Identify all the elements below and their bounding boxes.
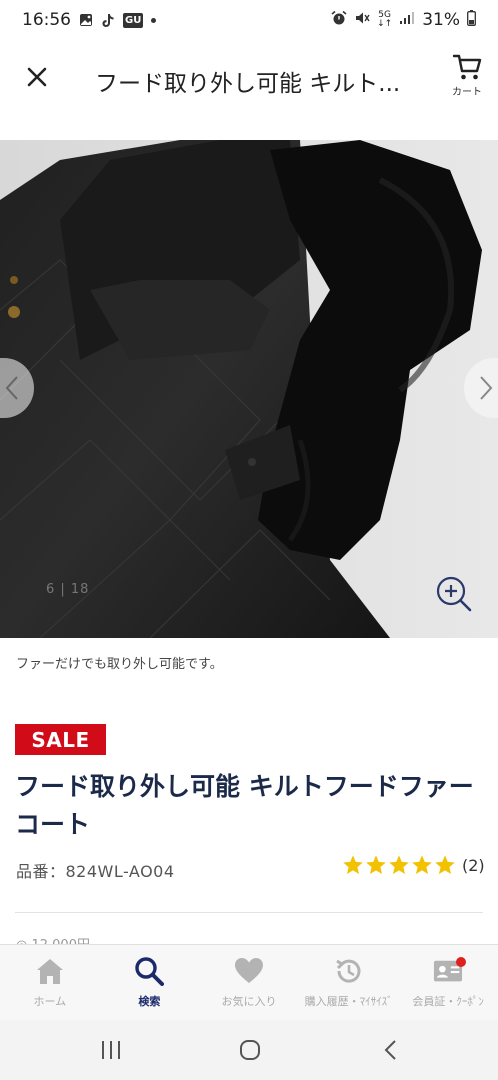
- product-rating[interactable]: (2): [342, 854, 485, 876]
- chevron-left-icon: [5, 376, 18, 400]
- history-icon: [334, 956, 364, 986]
- gu-app-icon: GU: [123, 12, 144, 28]
- nav-label-favorites: お気に入り: [221, 995, 277, 1008]
- star-icon: [389, 855, 409, 874]
- cart-label: カート: [452, 87, 482, 98]
- battery-percent: 31%: [422, 10, 460, 30]
- product-image-gallery[interactable]: 6 | 18: [0, 140, 498, 638]
- nav-item-favorites[interactable]: お気に入り: [199, 945, 299, 1020]
- app-header: フード取り外し可能 キルト... カート: [0, 40, 498, 118]
- back-icon: [384, 1040, 396, 1060]
- nav-label-home: ホーム: [33, 995, 67, 1008]
- bottom-nav: ホーム 検索 お気に入り 購入履歴・ﾏｲｻｲｽﾞ 会員証・ｸｰﾎﾟﾝ: [0, 944, 498, 1020]
- back-button[interactable]: [370, 1034, 410, 1066]
- notification-badge: [456, 957, 467, 967]
- network-5g-icon: 5G ↓↑: [377, 10, 393, 29]
- recent-apps-button[interactable]: [91, 1034, 131, 1066]
- cart-icon: [452, 54, 482, 80]
- page-title: フード取り外し可能 キルト...: [95, 71, 401, 97]
- star-icon: [435, 855, 455, 874]
- star-icon: [366, 855, 386, 874]
- nav-item-home[interactable]: ホーム: [0, 945, 100, 1020]
- image-caption: ファーだけでも取り外し可能です。: [16, 657, 223, 672]
- star-icon: [343, 855, 363, 874]
- cart-button[interactable]: カート: [446, 52, 488, 100]
- close-icon: [27, 67, 47, 87]
- nav-label-search: 検索: [138, 995, 161, 1008]
- nav-label-history: 購入履歴・ﾏｲｻｲｽﾞ: [304, 995, 393, 1008]
- star-icon: [412, 855, 432, 874]
- tiktok-icon: [101, 12, 115, 28]
- recent-apps-icon: [102, 1041, 120, 1059]
- heart-icon: [234, 956, 264, 986]
- nav-label-member: 会員証・ｸｰﾎﾟﾝ: [412, 995, 484, 1008]
- system-nav-bar: [0, 1020, 498, 1080]
- home-circle-icon: [240, 1040, 260, 1060]
- status-time: 16:56: [22, 10, 71, 30]
- image-counter: 6 | 18: [46, 582, 90, 597]
- close-button[interactable]: [20, 60, 54, 94]
- sale-badge: SALE: [15, 724, 106, 755]
- product-code: 品番：824WL-AO04: [16, 862, 175, 881]
- nav-item-member[interactable]: 会員証・ｸｰﾎﾟﾝ: [398, 945, 498, 1020]
- mute-icon: [354, 10, 370, 31]
- product-title: フード取り外し可能 キルトフードファーコート: [15, 772, 474, 839]
- image-icon: [79, 12, 93, 28]
- review-count: (2): [462, 855, 485, 875]
- chevron-right-icon: [480, 376, 493, 400]
- more-notifications-dot: [151, 17, 157, 23]
- home-icon: [35, 956, 65, 986]
- zoom-button[interactable]: [434, 574, 474, 614]
- divider: [15, 912, 483, 913]
- nav-item-search[interactable]: 検索: [100, 945, 200, 1020]
- product-photo: [0, 140, 498, 638]
- battery-icon: [467, 9, 476, 31]
- search-icon: [134, 956, 165, 986]
- alarm-icon: [331, 10, 347, 31]
- signal-icon: [399, 10, 415, 30]
- status-bar: 16:56 GU 5G ↓↑ 31%: [0, 0, 498, 40]
- home-system-button[interactable]: [230, 1034, 270, 1066]
- zoom-in-icon: [436, 576, 472, 612]
- nav-item-history[interactable]: 購入履歴・ﾏｲｻｲｽﾞ: [299, 945, 399, 1020]
